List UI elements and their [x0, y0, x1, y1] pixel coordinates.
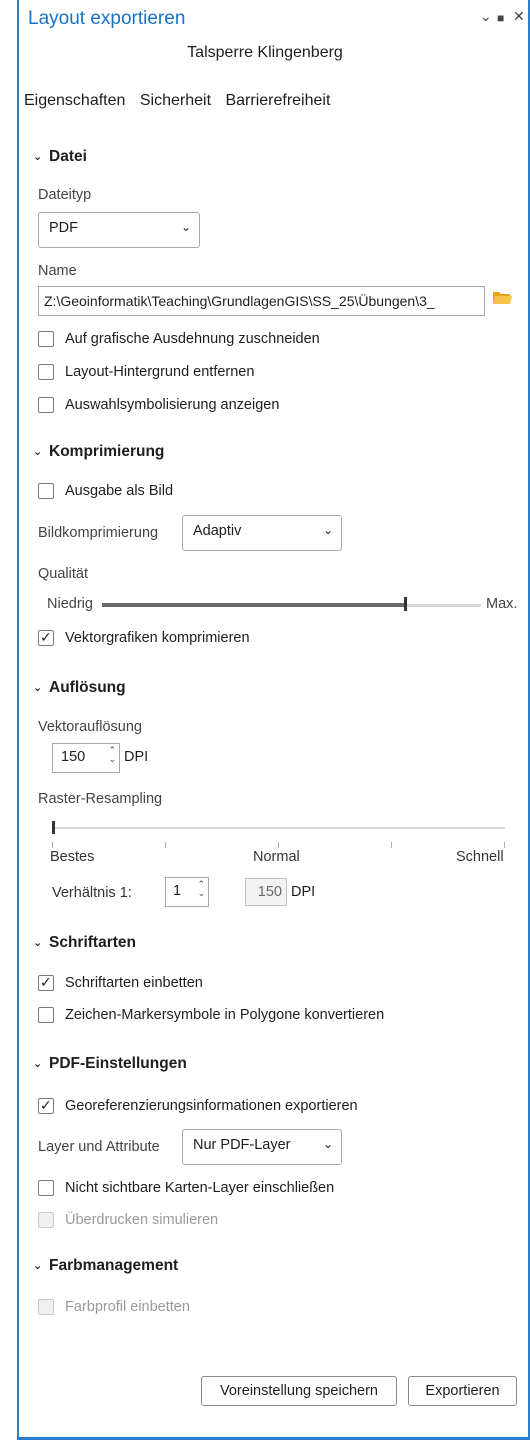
ueberdrucken-checkbox [38, 1212, 54, 1228]
georef-checkbox[interactable]: ✓ [38, 1097, 54, 1114]
ausgabe-bild-checkbox[interactable] [38, 483, 54, 499]
nicht-sichtbar-label: Nicht sichtbare Karten-Layer einschließe… [65, 1180, 335, 1196]
layer-attribute-value: Nur PDF-Layer [193, 1137, 291, 1153]
chevron-down-icon: ⌄ [33, 937, 43, 949]
section-farbmanagement[interactable]: ⌄ Farbmanagement [33, 1257, 178, 1275]
tab-strip: Eigenschaften Sicherheit Barrierefreihei… [24, 92, 340, 110]
chevron-down-icon: ⌄ [322, 1137, 333, 1151]
dateityp-value: PDF [49, 220, 78, 236]
slider-tick [504, 842, 505, 848]
qualitaet-min-label: Niedrig [47, 596, 93, 612]
qualitaet-slider-thumb[interactable] [404, 597, 408, 611]
nicht-sichtbar-checkbox[interactable] [38, 1180, 54, 1196]
layer-attribute-label: Layer und Attribute [38, 1139, 160, 1155]
dateityp-label: Dateityp [38, 187, 92, 203]
spinner-arrows-icon[interactable]: ⌃ ⌄ [108, 746, 116, 764]
slider-tick [165, 842, 166, 848]
raster-right-label: Schnell [456, 849, 504, 865]
section-komprimierung[interactable]: ⌄ Komprimierung [33, 443, 164, 461]
layer-attribute-dropdown[interactable]: Nur PDF-Layer ⌄ [182, 1129, 342, 1165]
vektorgrafiken-label: Vektorgrafiken komprimieren [65, 630, 250, 646]
verhaeltnis-value: 1 [173, 883, 182, 899]
vektoraufloesung-spinner[interactable]: 150 ⌃ ⌄ [52, 743, 120, 773]
vektor-dpi-unit: DPI [124, 749, 149, 765]
chevron-down-icon: ⌄ [322, 523, 333, 537]
qualitaet-slider-fill [102, 603, 406, 607]
raster-slider-track[interactable] [52, 827, 505, 829]
slider-tick [52, 842, 53, 848]
save-preset-button[interactable]: Voreinstellung speichern [201, 1376, 397, 1406]
checkmark-icon: ✓ [40, 974, 52, 990]
auswahl-label: Auswahlsymbolisierung anzeigen [65, 397, 280, 413]
verhaeltnis-label: Verhältnis 1: [52, 885, 132, 901]
layout-name: Talsperre Klingenberg [187, 44, 343, 61]
tab-eigenschaften[interactable]: Eigenschaften [24, 92, 125, 109]
pane-border-left [17, 0, 19, 1440]
chevron-down-icon: ⌄ [33, 682, 43, 694]
bildkomprimierung-value: Adaptiv [193, 523, 242, 539]
tab-barrierefreiheit[interactable]: Barrierefreiheit [225, 92, 330, 109]
section-aufloesung[interactable]: ⌄ Auflösung [33, 679, 126, 697]
ueberdrucken-label: Überdrucken simulieren [65, 1212, 219, 1228]
polygone-label: Zeichen-Markersymbole in Polygone konver… [65, 1007, 385, 1023]
bildkomprimierung-dropdown[interactable]: Adaptiv ⌄ [182, 515, 342, 551]
checkmark-icon: ✓ [40, 1097, 52, 1113]
section-pdf-einstellungen[interactable]: ⌄ PDF-Einstellungen [33, 1055, 187, 1073]
zuschneiden-checkbox[interactable] [38, 331, 54, 347]
raster-slider-thumb[interactable] [52, 821, 55, 834]
close-icon[interactable]: ✕ [513, 8, 525, 25]
bildkomprimierung-label: Bildkomprimierung [38, 525, 159, 541]
name-label: Name [38, 263, 77, 279]
section-schriftarten[interactable]: ⌄ Schriftarten [33, 934, 136, 952]
slider-tick [278, 842, 279, 848]
raster-mid-label: Normal [253, 849, 300, 865]
farbprofil-label: Farbprofil einbetten [65, 1299, 190, 1315]
section-datei[interactable]: ⌄ Datei [33, 148, 87, 166]
raster-resampling-label: Raster-Resampling [38, 791, 163, 807]
chevron-down-icon: ⌄ [33, 1260, 43, 1272]
raster-dpi-value: 150 [257, 884, 282, 900]
vektoraufloesung-value: 150 [61, 749, 86, 765]
name-value: Z:\Geoinformatik\Teaching\GrundlagenGIS\… [44, 293, 435, 309]
export-button[interactable]: Exportieren [408, 1376, 517, 1406]
vektoraufloesung-label: Vektorauflösung [38, 719, 142, 735]
pane-title: Layout exportieren [28, 8, 186, 29]
hintergrund-label: Layout-Hintergrund entfernen [65, 364, 255, 380]
qualitaet-max-label: Max. [486, 596, 518, 612]
georef-label: Georeferenzierungsinformationen exportie… [65, 1098, 358, 1114]
vektorgrafiken-checkbox[interactable]: ✓ [38, 629, 54, 646]
ausgabe-bild-label: Ausgabe als Bild [65, 483, 174, 499]
farbprofil-checkbox [38, 1299, 54, 1315]
qualitaet-label: Qualität [38, 566, 88, 582]
maximize-icon[interactable]: ■ [497, 11, 504, 25]
chevron-down-icon: ⌄ [33, 151, 43, 163]
raster-left-label: Bestes [50, 849, 95, 865]
raster-dpi-unit: DPI [291, 884, 316, 900]
name-input[interactable]: Z:\Geoinformatik\Teaching\GrundlagenGIS\… [38, 286, 485, 316]
checkmark-icon: ✓ [40, 629, 52, 645]
slider-tick [391, 842, 392, 848]
zuschneiden-label: Auf grafische Ausdehnung zuschneiden [65, 331, 320, 347]
chevron-down-icon: ⌄ [33, 446, 43, 458]
folder-icon[interactable] [493, 291, 512, 305]
dateityp-dropdown[interactable]: PDF ⌄ [38, 212, 200, 248]
chevron-down-icon: ⌄ [33, 1058, 43, 1070]
tab-sicherheit[interactable]: Sicherheit [140, 92, 211, 109]
spinner-arrows-icon[interactable]: ⌃ ⌄ [197, 880, 205, 898]
schriftarten-einbetten-checkbox[interactable]: ✓ [38, 974, 54, 991]
verhaeltnis-spinner[interactable]: 1 ⌃ ⌄ [165, 877, 209, 907]
pane-menu-icon[interactable]: ⌄ [480, 8, 492, 25]
polygone-checkbox[interactable] [38, 1007, 54, 1023]
raster-dpi-field: 150 [245, 878, 287, 906]
hintergrund-checkbox[interactable] [38, 364, 54, 380]
schriftarten-einbetten-label: Schriftarten einbetten [65, 975, 203, 991]
chevron-down-icon: ⌄ [180, 220, 191, 234]
auswahl-checkbox[interactable] [38, 397, 54, 413]
